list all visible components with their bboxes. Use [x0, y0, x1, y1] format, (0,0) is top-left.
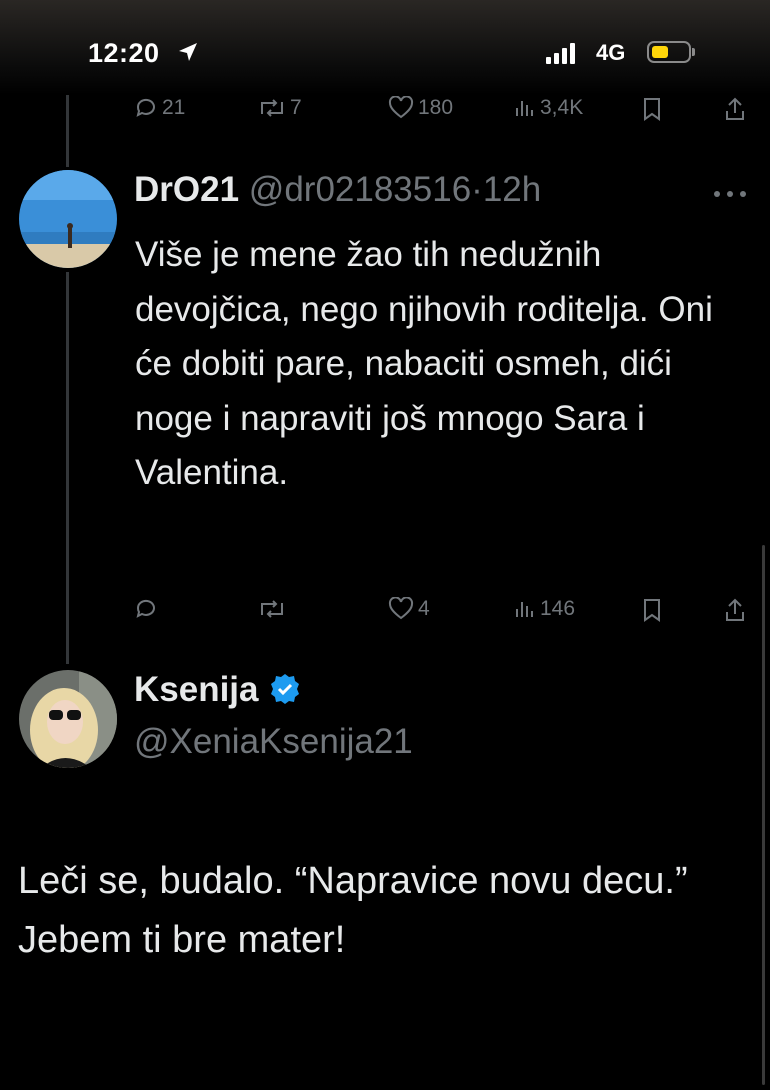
like-button[interactable]: 4 [388, 597, 430, 621]
views-button[interactable]: 146 [514, 597, 575, 621]
views-icon [516, 602, 533, 617]
display-name[interactable]: Ksenija [134, 670, 259, 709]
share-button[interactable] [723, 597, 747, 623]
heart-icon [388, 597, 414, 620]
like-count: 180 [418, 96, 454, 119]
heart-icon [388, 96, 414, 119]
signal-strength-icon [546, 42, 575, 64]
battery-tip [692, 48, 695, 56]
network-type: 4G [596, 40, 626, 65]
tweet-text: Više je mene žao tih nedužnih devojčica,… [135, 235, 713, 492]
reply-button[interactable] [134, 597, 162, 621]
reply-handle[interactable]: @XeniaKsenija21 [134, 722, 413, 762]
reply-header: Ksenija [134, 670, 302, 710]
more-options-button[interactable] [712, 186, 748, 204]
user-handle[interactable]: @dr02183516 [249, 170, 471, 209]
bookmark-button[interactable] [641, 96, 663, 122]
bookmark-icon [644, 599, 660, 622]
bookmark-button[interactable] [641, 597, 663, 623]
verified-badge-icon [271, 674, 300, 704]
like-count: 4 [418, 597, 430, 620]
tweet-header: DrO21 @dr02183516·12h [134, 170, 541, 210]
views-count: 3,4K [540, 96, 584, 119]
thread-line-middle [66, 272, 69, 664]
views-button[interactable]: 3,4K [514, 96, 583, 120]
avatar-ksenija[interactable] [19, 670, 117, 768]
views-count: 146 [540, 597, 576, 620]
thread-line-top [66, 95, 69, 167]
avatar-beach-image [19, 170, 117, 268]
reply-text: Leči se, budalo. “Napravice novu decu.” … [18, 860, 688, 961]
views-icon [516, 101, 533, 116]
separator: · [471, 170, 483, 209]
scrollbar[interactable] [762, 545, 765, 1085]
repost-count: 7 [290, 96, 302, 119]
share-icon [726, 598, 744, 621]
repost-button[interactable]: 7 [258, 96, 302, 120]
avatar-dro21[interactable] [19, 170, 117, 268]
tweet-time[interactable]: 12h [483, 170, 541, 209]
display-name[interactable]: DrO21 [134, 170, 239, 209]
reply-button[interactable]: 21 [134, 96, 185, 120]
share-icon [726, 97, 744, 120]
repost-icon [261, 600, 283, 618]
more-dots-icon [714, 191, 746, 197]
reply-icon [136, 98, 155, 117]
reply-count: 21 [162, 96, 186, 119]
reply-icon [136, 599, 155, 618]
like-button[interactable]: 180 [388, 96, 453, 120]
repost-icon [261, 99, 283, 117]
status-time: 12:20 [88, 38, 160, 68]
location-arrow-icon [179, 43, 197, 61]
avatar-portrait-image [19, 670, 117, 768]
bookmark-icon [644, 98, 660, 121]
repost-button[interactable] [258, 597, 290, 621]
status-bar: 12:20 4G [0, 0, 770, 95]
share-button[interactable] [723, 96, 747, 122]
battery-icon [647, 41, 691, 63]
